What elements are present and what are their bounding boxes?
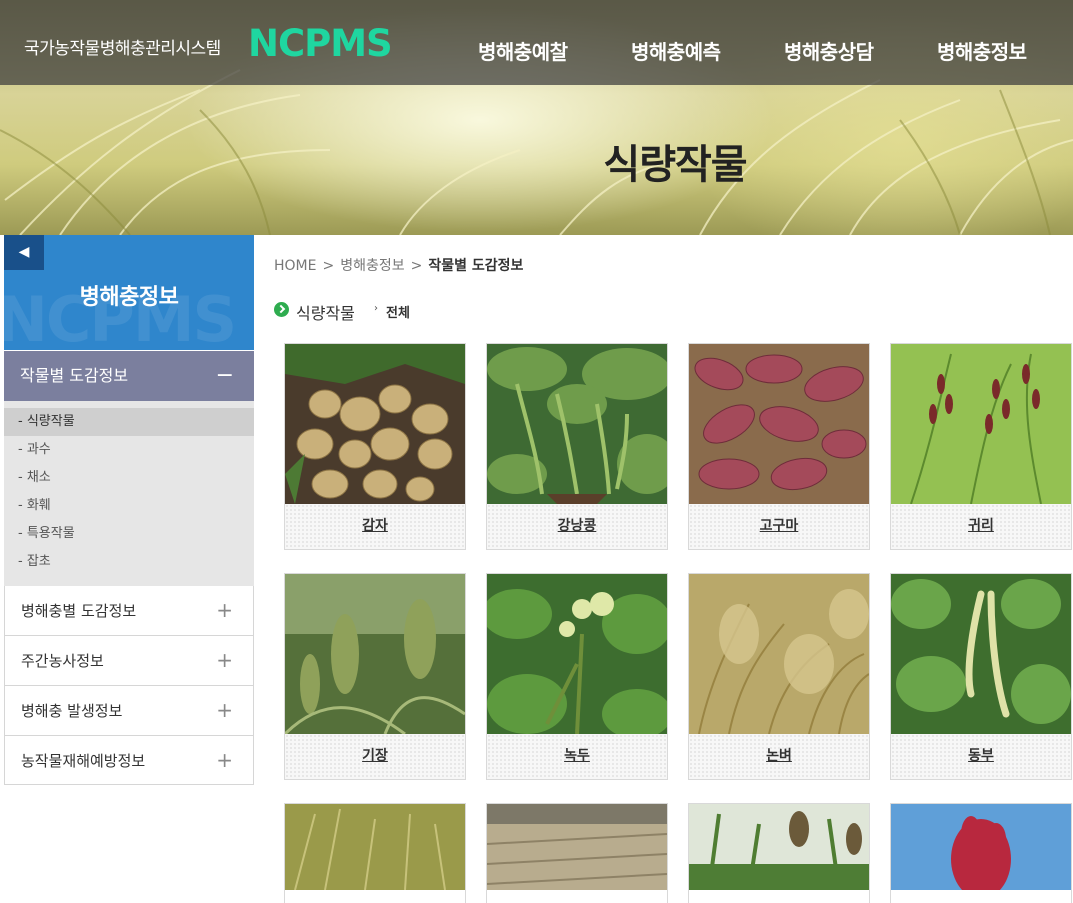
ncpms-logo[interactable]: NCPMS	[248, 22, 393, 65]
sidebar-item-disaster-prevention[interactable]: 농작물재해예방정보 +	[4, 736, 254, 785]
submenu-fruit-trees[interactable]: - 과수	[4, 436, 254, 464]
sidebar-item-label: 병해충 발생정보	[21, 702, 123, 720]
grain-field-photo[interactable]	[487, 804, 667, 890]
crop-card[interactable]: 논벼	[688, 573, 870, 780]
breadcrumb-separator: >	[322, 258, 335, 274]
sidebar-header: ◀ NCPMS 병해충정보	[4, 235, 254, 350]
nav-pest-forecast[interactable]: 병해충예측	[631, 36, 721, 65]
crop-card[interactable]: 감자	[284, 343, 466, 550]
site-name[interactable]: 국가농작물병해충관리시스템	[24, 34, 221, 59]
crop-card[interactable]: 강낭콩	[486, 343, 668, 550]
sorghum-photo[interactable]	[689, 804, 869, 890]
top-navigation-bar: 국가농작물병해충관리시스템 NCPMS 병해충예찰 병해충예측 병해충상담 병해…	[0, 0, 1073, 85]
nav-pest-observation[interactable]: 병해충예찰	[478, 36, 568, 65]
crop-card[interactable]: 기장	[284, 573, 466, 780]
category-label: 식량작물	[296, 304, 355, 323]
collapse-icon[interactable]: −	[216, 351, 234, 401]
crop-name[interactable]: 논벼	[689, 734, 869, 779]
sidebar-item-label: 주간농사정보	[21, 652, 104, 670]
oat-photo[interactable]	[891, 344, 1071, 504]
crop-card[interactable]: 녹두	[486, 573, 668, 780]
amaranth-photo[interactable]	[891, 804, 1071, 890]
sidebar-item-pest-occurrence[interactable]: 병해충 발생정보 +	[4, 686, 254, 736]
submenu-vegetables[interactable]: - 채소	[4, 464, 254, 492]
sidebar-item-label: 병해충별 도감정보	[21, 602, 137, 620]
crop-name[interactable]: 동부	[891, 734, 1071, 779]
breadcrumb-current: 작물별 도감정보	[428, 258, 524, 274]
nav-pest-consulting[interactable]: 병해충상담	[784, 36, 874, 65]
chevron-right-icon: ›	[374, 303, 378, 314]
sidebar-item-label: 농작물재해예방정보	[21, 752, 146, 770]
sidebar-item-crop-encyclopedia[interactable]: 작물별 도감정보 −	[4, 351, 254, 401]
submenu-weeds[interactable]: - 잡초	[4, 548, 254, 576]
crop-name[interactable]: 녹두	[487, 734, 667, 779]
kidney-bean-photo[interactable]	[487, 344, 667, 504]
sidebar-submenu: - 식량작물 - 과수 - 채소 - 화훼 - 특용작물 - 잡초	[4, 401, 254, 586]
expand-icon[interactable]: +	[216, 685, 233, 735]
sweet-potato-photo[interactable]	[689, 344, 869, 504]
expand-icon[interactable]: +	[216, 735, 233, 785]
wheat-field-photo[interactable]	[285, 804, 465, 890]
crop-name[interactable]: 기장	[285, 734, 465, 779]
page-title: 식량작물	[603, 142, 747, 188]
breadcrumb: HOME > 병해충정보 > 작물별 도감정보	[274, 255, 523, 275]
back-arrow-icon[interactable]: ◀	[4, 235, 44, 270]
paddy-rice-photo[interactable]	[689, 574, 869, 734]
mung-bean-photo[interactable]	[487, 574, 667, 734]
crop-card[interactable]	[688, 803, 870, 903]
breadcrumb-home[interactable]: HOME	[274, 258, 316, 274]
crop-name[interactable]: 고구마	[689, 504, 869, 549]
submenu-flowers[interactable]: - 화훼	[4, 492, 254, 520]
crop-name[interactable]: 강낭콩	[487, 504, 667, 549]
submenu-food-crops[interactable]: - 식량작물	[4, 408, 254, 436]
nav-pest-info[interactable]: 병해충정보	[937, 36, 1027, 65]
crop-name[interactable]: 감자	[285, 504, 465, 549]
potato-photo[interactable]	[285, 344, 465, 504]
expand-icon[interactable]: +	[216, 635, 233, 685]
bullet-arrow-icon	[274, 302, 289, 317]
breadcrumb-level1[interactable]: 병해충정보	[340, 258, 404, 274]
crop-card[interactable]	[890, 803, 1072, 903]
sidebar-item-weekly-farming[interactable]: 주간농사정보 +	[4, 636, 254, 686]
crop-card[interactable]: 동부	[890, 573, 1072, 780]
submenu-special-crops[interactable]: - 특용작물	[4, 520, 254, 548]
crop-name[interactable]: 귀리	[891, 504, 1071, 549]
hero-banner: 국가농작물병해충관리시스템 NCPMS 병해충예찰 병해충예측 병해충상담 병해…	[0, 0, 1073, 235]
crop-card[interactable]	[284, 803, 466, 903]
cowpea-photo[interactable]	[891, 574, 1071, 734]
expand-icon[interactable]: +	[216, 585, 233, 635]
crop-card[interactable]: 귀리	[890, 343, 1072, 550]
crop-card[interactable]: 고구마	[688, 343, 870, 550]
crop-card[interactable]	[486, 803, 668, 903]
sidebar-item-label: 작물별 도감정보	[20, 366, 129, 385]
sidebar-title: 병해충정보	[79, 285, 179, 310]
millet-photo[interactable]	[285, 574, 465, 734]
category-all-link[interactable]: 전체	[386, 302, 410, 321]
breadcrumb-separator: >	[410, 258, 423, 274]
sidebar-item-pest-encyclopedia[interactable]: 병해충별 도감정보 +	[4, 586, 254, 636]
